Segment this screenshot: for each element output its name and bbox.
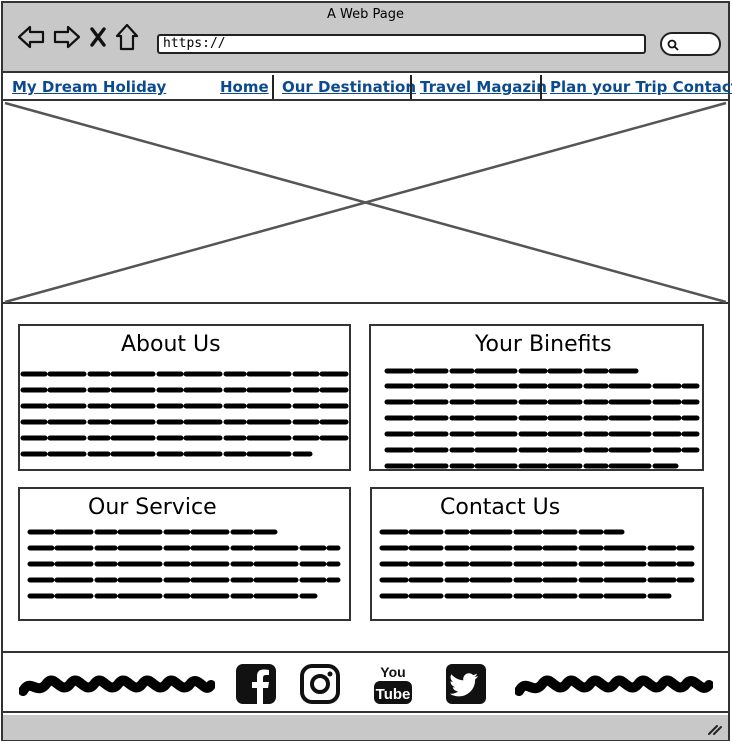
instagram-icon[interactable] (299, 663, 341, 705)
nav-link-home[interactable]: Home (220, 78, 269, 96)
resize-grip-icon[interactable] (708, 723, 722, 735)
youtube-logo-text-top: You (380, 664, 405, 680)
placeholder-text (27, 529, 341, 599)
facebook-icon[interactable] (235, 663, 277, 705)
search-icon (667, 39, 679, 51)
placeholder-text (384, 368, 700, 469)
placeholder-text (20, 371, 349, 457)
nav-link-our-destination[interactable]: Our Destination (282, 78, 416, 96)
about-us-card: About Us (18, 324, 351, 471)
nav-divider (410, 75, 412, 99)
close-icon[interactable] (89, 26, 107, 48)
image-placeholder-icon (4, 101, 727, 304)
back-arrow-icon[interactable] (17, 24, 45, 50)
twitter-icon[interactable] (445, 663, 487, 705)
hero-image-placeholder (3, 101, 728, 304)
browser-chrome: A Web Page https:// (1, 1, 730, 73)
browser-status-bar (3, 715, 728, 740)
your-benefits-card: Your Binefits (369, 324, 704, 471)
site-footer: You Tube (3, 651, 728, 713)
brand-link[interactable]: My Dream Holiday (12, 78, 166, 96)
contact-us-card: Contact Us (370, 487, 704, 621)
home-icon[interactable] (115, 23, 139, 51)
nav-divider (540, 75, 542, 99)
url-input[interactable]: https:// (157, 34, 646, 54)
placeholder-text (379, 529, 695, 599)
site-nav: My Dream Holiday Home Our Destination Tr… (3, 74, 732, 101)
browser-nav-icons (17, 23, 139, 51)
forward-arrow-icon[interactable] (53, 24, 81, 50)
nav-link-plan-trip-contact[interactable]: Plan your Trip Contact (550, 78, 732, 96)
browser-search-button[interactable] (660, 32, 721, 56)
nav-link-travel-magazin[interactable]: Travel Magazin (420, 78, 547, 96)
youtube-icon[interactable]: You Tube (372, 662, 414, 706)
nav-divider (272, 75, 274, 99)
footer-placeholder-text (19, 675, 215, 696)
window-title: A Web Page (327, 7, 404, 22)
youtube-logo-text-bottom: Tube (376, 686, 411, 703)
footer-placeholder-text (515, 675, 713, 696)
our-service-card: Our Service (18, 487, 351, 621)
